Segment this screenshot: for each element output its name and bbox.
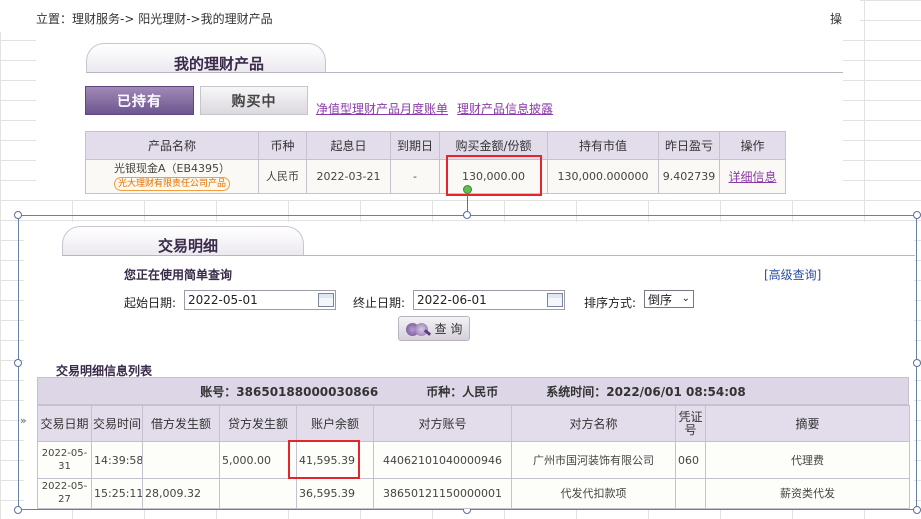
sort-label: 排序方式: [584, 296, 637, 310]
resize-handle-icon[interactable] [463, 211, 471, 219]
resize-handle-icon[interactable] [14, 211, 22, 219]
tx-date-part: 31 [58, 461, 71, 472]
transactions-table: 交易日期 交易时间 借方发生额 贷方发生额 账户余额 对方账号 对方名称 凭证号… [37, 405, 910, 509]
tx-summary-cell: 薪资类代发 [705, 478, 910, 509]
col-header-action: 操作 [719, 131, 786, 160]
start-date-input[interactable] [184, 290, 336, 310]
page-title: 我的理财产品 [174, 55, 265, 73]
chevron-down-icon: ⌄ [681, 293, 690, 304]
divider [62, 255, 915, 256]
tx-date-cell: 2022-05- 27 [37, 478, 92, 509]
account-number: 账号：38650188000030866 [200, 384, 379, 399]
table-row: 2022-05- 27 15:25:11 28,009.32 36,595.39… [37, 478, 910, 509]
table-row: 2022-05- 31 14:39:58 5,000.00 41,595.39 … [37, 441, 910, 479]
query-button-label: 查 询 [434, 322, 463, 336]
col-header-currency: 币种 [258, 131, 307, 160]
col-header-yesterday-pl: 昨日盈亏 [658, 131, 720, 160]
end-date-input[interactable] [413, 290, 565, 310]
tx-date-part: 2022-05- [41, 448, 88, 459]
product-name-cell: 光银现金A（EB4395） 光大理财有限责任公司产品 [85, 159, 259, 194]
col-header-time: 交易时间 [91, 405, 143, 442]
col-header-product: 产品名称 [85, 131, 259, 160]
col-header-end-date: 到期日 [390, 131, 440, 160]
resize-handle-icon[interactable] [913, 506, 921, 514]
divider [86, 72, 843, 73]
section-title: 交易明细 [158, 237, 219, 255]
tx-counter-account-cell: 44062101040000946 [373, 441, 512, 479]
col-header-credit: 贷方发生额 [219, 405, 297, 442]
col-header-voucher: 凭证号 [675, 405, 706, 442]
product-name: 光银现金A（EB4395） [113, 162, 230, 175]
highlight-box-amount [446, 155, 542, 196]
table-row: 光银现金A（EB4395） 光大理财有限责任公司产品 人民币 2022-03-2… [85, 159, 786, 194]
tx-counter-account-cell: 38650121150000001 [373, 478, 512, 509]
col-header-date: 交易日期 [37, 405, 92, 442]
tx-date-part: 2022-05- [41, 481, 88, 492]
disclosure-link[interactable]: 理财产品信息披露 [457, 100, 553, 117]
account-info-bar: 账号：38650188000030866 币种：人民币 系统时间：2022/06… [37, 377, 909, 405]
monthly-statement-link[interactable]: 净值型理财产品月度账单 [316, 100, 448, 117]
col-header-counter-account: 对方账号 [373, 405, 512, 442]
breadcrumb: 立置：理财服务-> 阳光理财->我的理财产品 [36, 12, 273, 26]
end-date-cell: - [390, 159, 440, 194]
currency-cell: 人民币 [258, 159, 307, 194]
start-date-cell: 2022-03-21 [306, 159, 391, 194]
sort-select[interactable]: 倒序 ⌄ [644, 290, 694, 308]
rotate-handle-icon[interactable] [463, 185, 472, 194]
advanced-query-link[interactable]: [高级查询] [764, 266, 821, 283]
simple-query-label: 您正在使用简单查询 [124, 268, 233, 282]
resize-handle-icon[interactable] [913, 211, 921, 219]
yesterday-pl-cell: 9.402739 [658, 159, 720, 194]
tx-voucher-cell [675, 478, 706, 509]
col-header-balance: 账户余额 [296, 405, 374, 442]
tx-date-cell: 2022-05- 31 [37, 441, 92, 479]
tx-debit-cell [142, 441, 220, 479]
tx-credit-cell [219, 478, 297, 509]
col-header-start-date: 起息日 [306, 131, 391, 160]
products-table: 产品名称 币种 起息日 到期日 购买金额/份额 持有市值 昨日盈亏 操作 光银现… [85, 131, 786, 194]
tx-credit-cell: 5,000.00 [219, 441, 297, 479]
end-date-label: 终止日期: [353, 296, 406, 310]
tx-counter-name-cell: 广州市国河装饰有限公司 [511, 441, 676, 479]
issuer-badge: 光大理财有限责任公司产品 [113, 177, 230, 191]
tx-time-cell: 15:25:11 [91, 478, 143, 509]
col-header-counter-name: 对方名称 [511, 405, 676, 442]
sort-value: 倒序 [648, 292, 673, 307]
market-value-cell: 130,000.000000 [547, 159, 659, 194]
account-currency: 币种：人民币 [426, 384, 499, 399]
highlight-box-balance [288, 440, 360, 479]
calendar-icon[interactable] [547, 293, 563, 307]
resize-handle-icon[interactable] [14, 506, 22, 514]
tx-date-part: 27 [58, 494, 71, 505]
tx-summary-cell: 代理费 [705, 441, 910, 479]
tab-holding[interactable]: 已持有 [85, 86, 194, 115]
magnifier-icon [405, 321, 432, 337]
col-header-market-value: 持有市值 [547, 131, 659, 160]
action-cell: 详细信息 [719, 159, 786, 194]
col-header-debit: 借方发生额 [142, 405, 220, 442]
tx-time-cell: 14:39:58 [91, 441, 143, 479]
calendar-icon[interactable] [318, 293, 334, 307]
system-time: 系统时间：2022/06/01 08:54:08 [546, 384, 746, 399]
start-date-label: 起始日期: [124, 296, 177, 310]
tx-counter-name-cell: 代发代扣款项 [511, 478, 676, 509]
detail-link[interactable]: 详细信息 [728, 170, 776, 184]
operation-label: 操 [830, 12, 843, 26]
query-button[interactable]: 查 询 [398, 316, 470, 341]
resize-handle-icon[interactable] [913, 359, 921, 367]
tx-balance-cell: 36,595.39 [296, 478, 374, 509]
resize-handle-icon[interactable] [14, 359, 22, 367]
col-header-summary: 摘要 [705, 405, 910, 442]
tab-purchasing[interactable]: 购买中 [200, 86, 308, 115]
tx-debit-cell: 28,009.32 [142, 478, 220, 509]
tx-voucher-cell: 060 [675, 441, 706, 479]
expand-arrows-icon[interactable]: » [20, 414, 27, 427]
